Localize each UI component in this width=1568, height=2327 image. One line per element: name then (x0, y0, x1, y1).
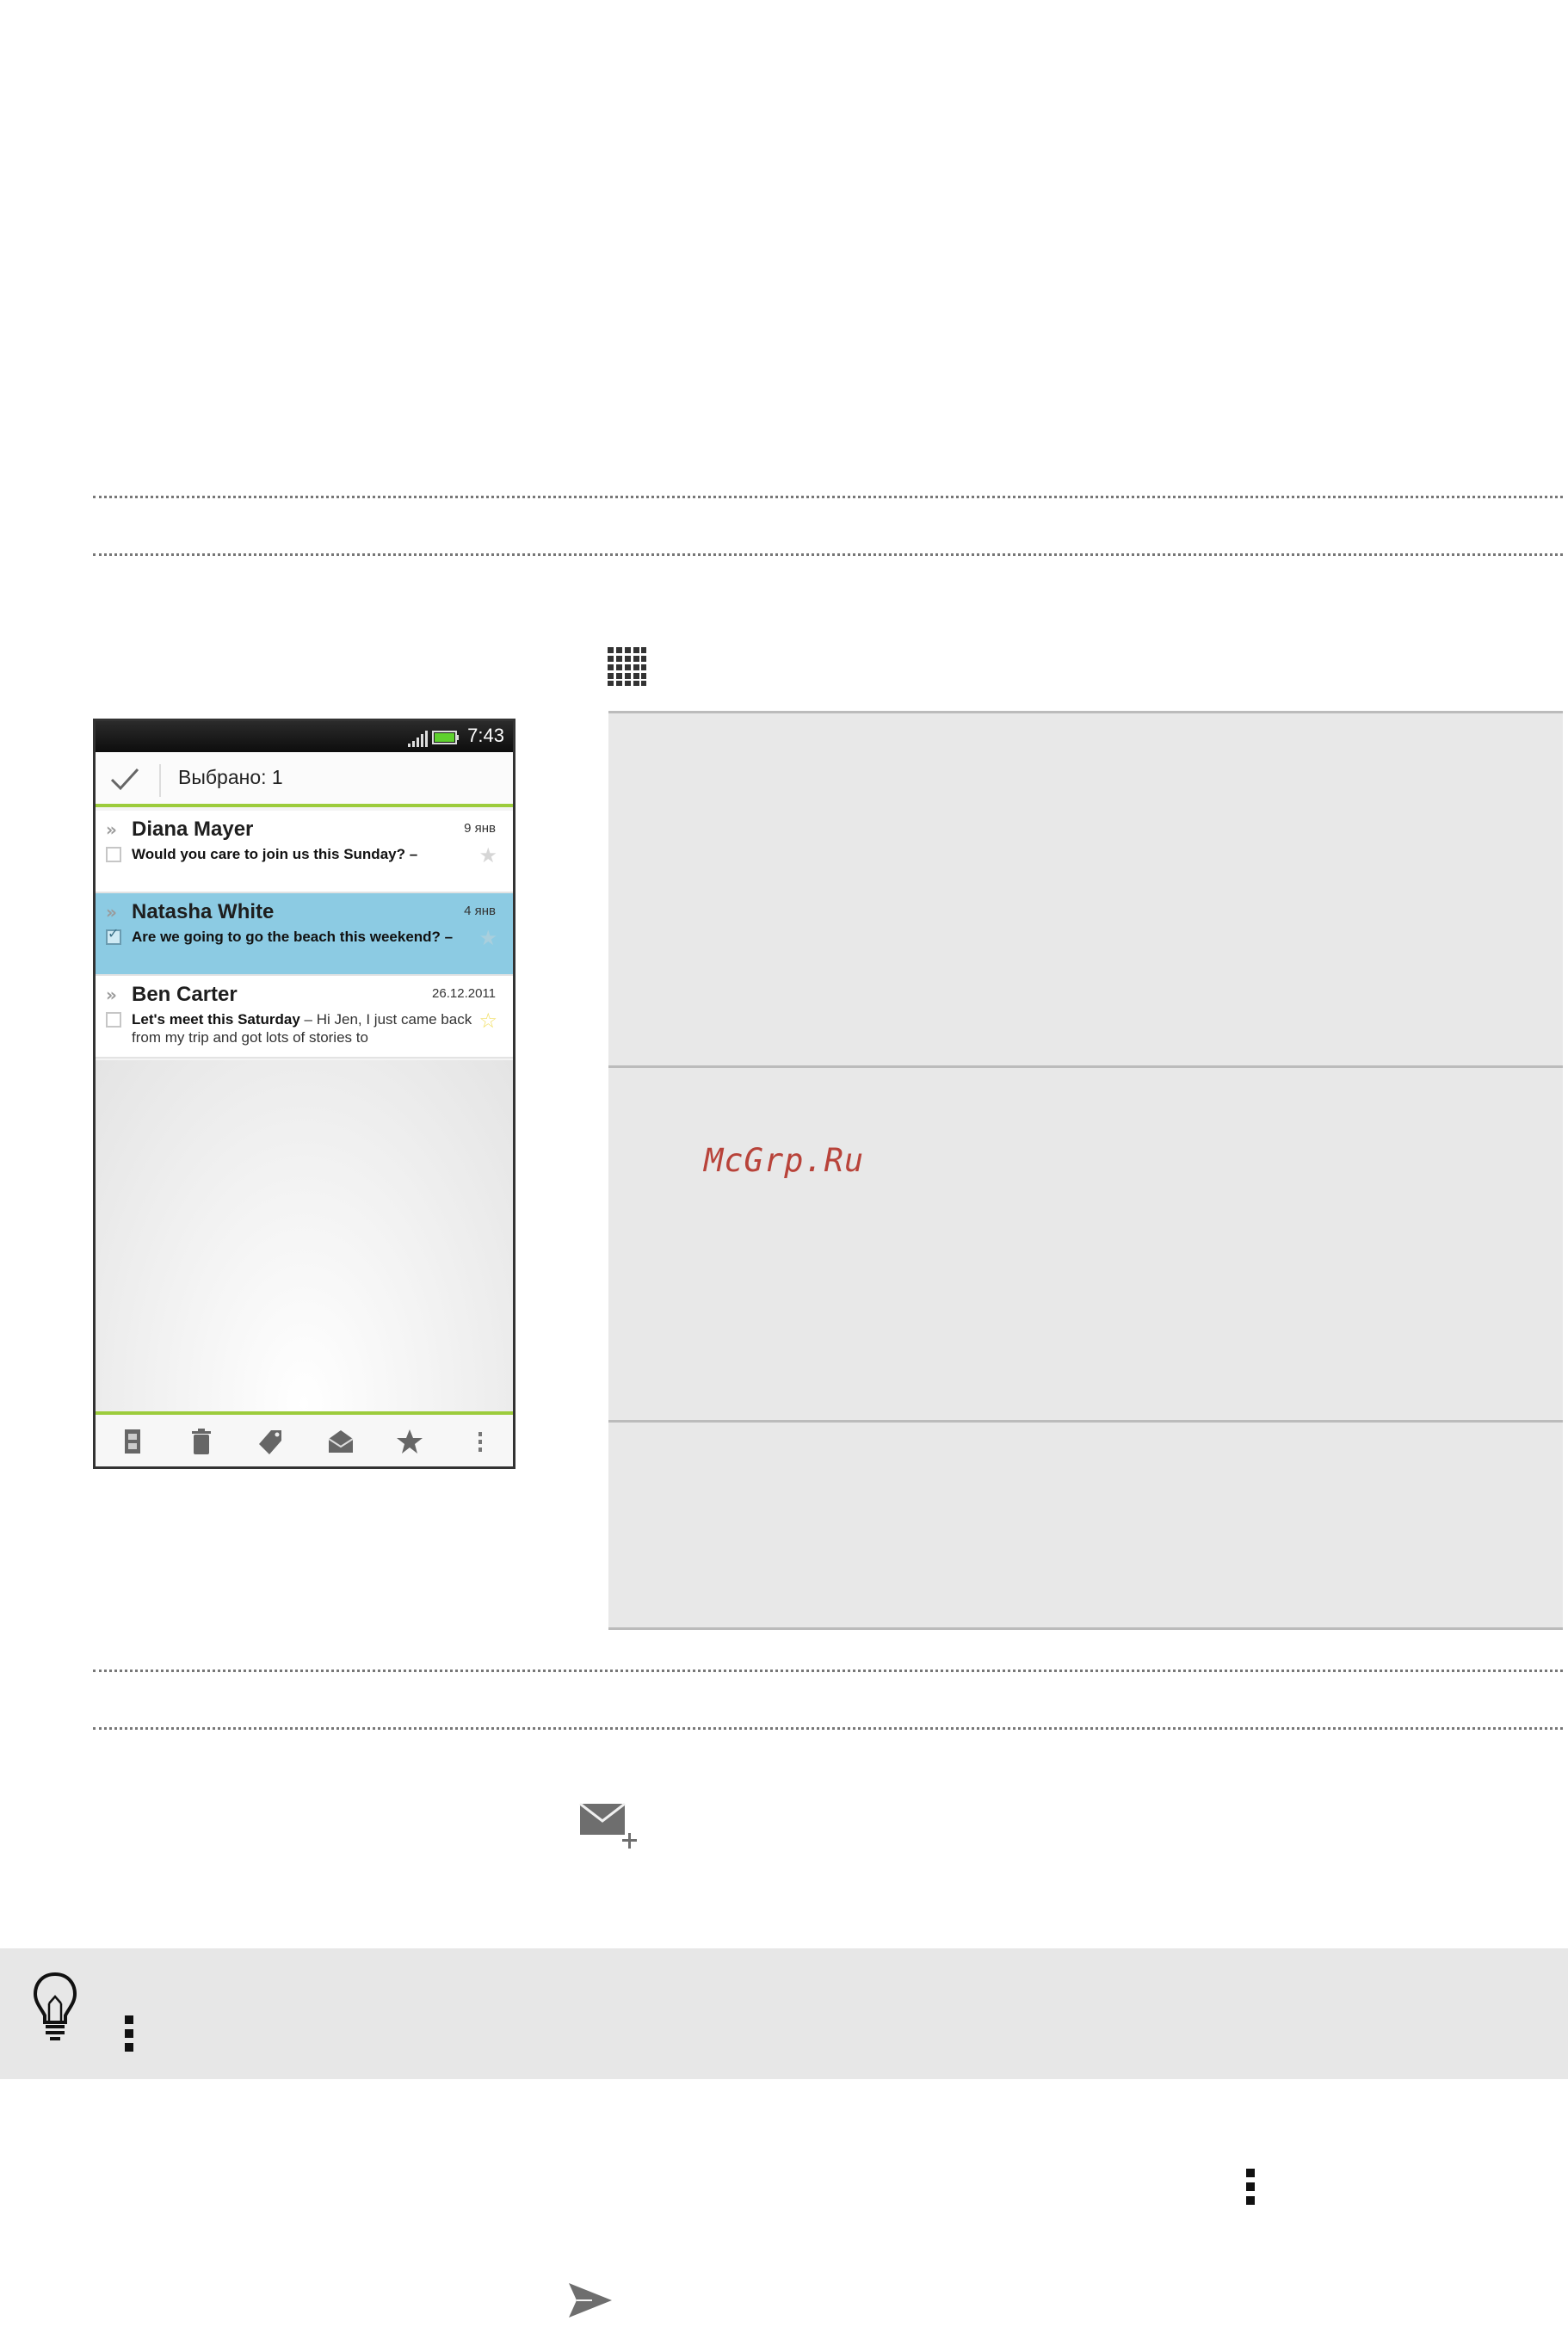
table-cell-3 (608, 1420, 1563, 1630)
email-snippet: Are we going to go the beach this weeken… (132, 929, 454, 945)
email-date: 26.12.2011 (432, 986, 496, 1001)
tip-box (0, 1948, 1568, 2079)
action-bar-separator (159, 764, 161, 797)
email-snippet: Would you care to join us this Sunday? – (132, 846, 418, 862)
done-check-icon[interactable] (109, 766, 140, 792)
divider-2 (93, 553, 1563, 556)
send-icon[interactable] (566, 2281, 614, 2320)
email-row-2[interactable]: » Natasha White 4 янв ✓ Are we going to … (96, 893, 513, 976)
divider-3 (93, 1670, 1563, 1672)
empty-list-area (96, 1060, 513, 1422)
checkmark-icon: ✓ (108, 925, 120, 941)
lightbulb-icon (33, 1972, 77, 2040)
table-cell-1 (608, 711, 1563, 1065)
sender-name: Ben Carter (132, 983, 238, 1006)
trash-icon[interactable] (187, 1427, 216, 1456)
select-checkbox[interactable] (106, 847, 121, 862)
battery-icon (432, 731, 459, 744)
star-icon[interactable]: ☆ (478, 1009, 497, 1033)
priority-chevron-icon: » (106, 985, 117, 1005)
status-time: 7:43 (467, 725, 504, 746)
email-list: » Diana Mayer 9 янв Would you care to jo… (96, 811, 513, 1059)
signal-icon (408, 731, 428, 747)
divider-1 (93, 496, 1563, 498)
divider-4 (93, 1727, 1563, 1730)
priority-chevron-icon: » (106, 902, 117, 923)
star-icon[interactable]: ★ (478, 926, 497, 950)
bottom-action-bar (96, 1411, 513, 1466)
star-icon[interactable] (395, 1427, 424, 1456)
priority-chevron-icon: » (106, 819, 117, 840)
phone-screenshot: 7:43 Выбрано: 1 » Diana Mayer 9 янв Woul… (93, 719, 515, 1469)
more-icon[interactable] (466, 1427, 495, 1456)
menu-icon[interactable] (1244, 2167, 1256, 2207)
table-cell-2 (608, 1065, 1563, 1420)
email-row-3[interactable]: » Ben Carter 26.12.2011 Let's meet this … (96, 976, 513, 1059)
compose-mail-icon[interactable] (578, 1802, 642, 1852)
email-row-1[interactable]: » Diana Mayer 9 янв Would you care to jo… (96, 811, 513, 893)
action-bar: Выбрано: 1 (96, 752, 513, 807)
email-date: 4 янв (464, 904, 496, 918)
watermark: McGrp.Ru (704, 1142, 865, 1179)
label-icon[interactable] (256, 1427, 285, 1456)
menu-icon[interactable] (123, 2014, 135, 2053)
select-checkbox[interactable] (106, 1012, 121, 1028)
email-date: 9 янв (464, 821, 496, 836)
mark-read-icon[interactable] (326, 1427, 355, 1456)
email-snippet: Let's meet this Saturday – Hi Jen, I jus… (132, 1011, 472, 1046)
star-icon[interactable]: ★ (478, 843, 497, 867)
status-bar: 7:43 (96, 721, 513, 752)
sender-name: Diana Mayer (132, 818, 254, 841)
move-icon[interactable] (118, 1427, 147, 1456)
apps-grid-icon[interactable] (606, 645, 647, 687)
sender-name: Natasha White (132, 900, 275, 923)
selection-count: Выбрано: 1 (178, 766, 283, 788)
